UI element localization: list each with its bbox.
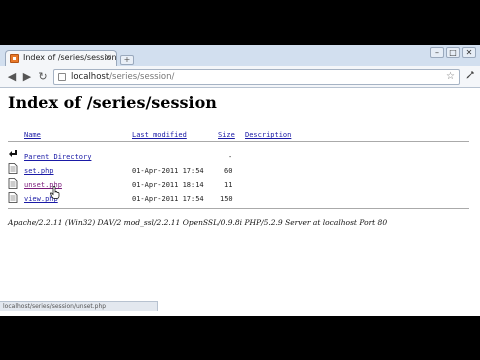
address-host: localhost bbox=[71, 72, 110, 82]
file-size-unset: 11 bbox=[224, 181, 233, 189]
file-size-set: 60 bbox=[224, 167, 233, 175]
forward-button[interactable]: ▶ bbox=[20, 70, 34, 84]
file-link-set[interactable]: set.php bbox=[24, 167, 54, 175]
video-letterbox-top bbox=[0, 0, 480, 45]
server-signature: Apache/2.2.11 (Win32) DAV/2 mod_ssl/2.2.… bbox=[8, 218, 388, 227]
column-modified-link[interactable]: Last modified bbox=[132, 131, 187, 139]
browser-toolbar: ◀ ▶ ↻ localhost/series/session/ ☆ bbox=[0, 66, 480, 88]
column-description-link[interactable]: Description bbox=[245, 131, 291, 139]
back-arrow-icon bbox=[9, 150, 17, 157]
status-bar: localhost/series/session/unset.php bbox=[0, 301, 158, 311]
back-button[interactable]: ◀ bbox=[5, 70, 19, 84]
parent-directory-link[interactable]: Parent Directory bbox=[24, 153, 91, 161]
reload-button[interactable]: ↻ bbox=[36, 70, 50, 84]
file-modified-view: 01-Apr-2011 17:54 bbox=[132, 195, 204, 203]
tab-close-icon[interactable]: × bbox=[104, 52, 112, 64]
tab-title: Index of /series/session bbox=[23, 53, 117, 62]
window-controls: – □ ✕ bbox=[430, 47, 476, 59]
address-path: /series/session/ bbox=[109, 72, 175, 82]
favicon-icon bbox=[10, 54, 19, 63]
address-text: localhost/series/session/ bbox=[71, 72, 174, 82]
bookmark-star-icon[interactable]: ☆ bbox=[446, 71, 455, 83]
column-size-link[interactable]: Size bbox=[218, 131, 235, 139]
page-icon bbox=[58, 73, 66, 81]
file-size-view: 150 bbox=[220, 195, 233, 203]
parent-size: - bbox=[228, 153, 233, 161]
file-modified-set: 01-Apr-2011 17:54 bbox=[132, 167, 204, 175]
file-modified-unset: 01-Apr-2011 18:14 bbox=[132, 181, 204, 189]
new-tab-button[interactable]: + bbox=[120, 55, 134, 65]
maximize-button[interactable]: □ bbox=[446, 47, 460, 58]
wrench-icon bbox=[466, 71, 474, 79]
hand-cursor-icon bbox=[50, 186, 60, 199]
minimize-button[interactable]: – bbox=[430, 47, 444, 58]
video-letterbox-bottom bbox=[0, 316, 480, 360]
file-icon bbox=[8, 178, 18, 189]
file-icon bbox=[8, 163, 18, 174]
tab-active[interactable]: Index of /series/session × bbox=[5, 50, 117, 66]
page-title: Index of /series/session bbox=[8, 93, 217, 112]
tab-strip: Index of /series/session × + – □ ✕ bbox=[0, 45, 480, 66]
wrench-menu-icon[interactable] bbox=[463, 70, 477, 84]
address-bar[interactable]: localhost/series/session/ ☆ bbox=[53, 69, 460, 85]
browser-window: Index of /series/session × + – □ ✕ ◀ ▶ ↻… bbox=[0, 45, 480, 316]
column-name-link[interactable]: Name bbox=[24, 131, 41, 139]
file-icon bbox=[8, 192, 18, 203]
close-window-button[interactable]: ✕ bbox=[462, 47, 476, 58]
page-content: Index of /series/session Name Last modif… bbox=[0, 88, 480, 301]
footer-divider bbox=[8, 208, 469, 209]
header-divider bbox=[8, 141, 469, 142]
